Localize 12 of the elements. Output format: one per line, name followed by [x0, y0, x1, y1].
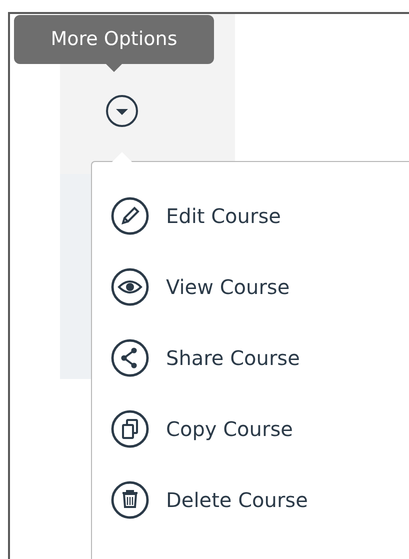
menu-item[interactable]: Copy Course [92, 393, 409, 464]
menu-item[interactable]: Delete Course [92, 464, 409, 535]
share-icon [110, 338, 150, 378]
trash-icon [110, 480, 150, 520]
more-options-button[interactable] [105, 94, 139, 128]
eye-icon [110, 266, 150, 306]
pencil-icon [110, 196, 150, 236]
menu-item[interactable]: Share Course [92, 322, 409, 393]
copy-icon [110, 408, 150, 448]
menu-item[interactable]: Edit Course [92, 180, 409, 251]
menu-item[interactable]: View Course [92, 251, 409, 322]
tooltip: More Options [14, 15, 214, 64]
